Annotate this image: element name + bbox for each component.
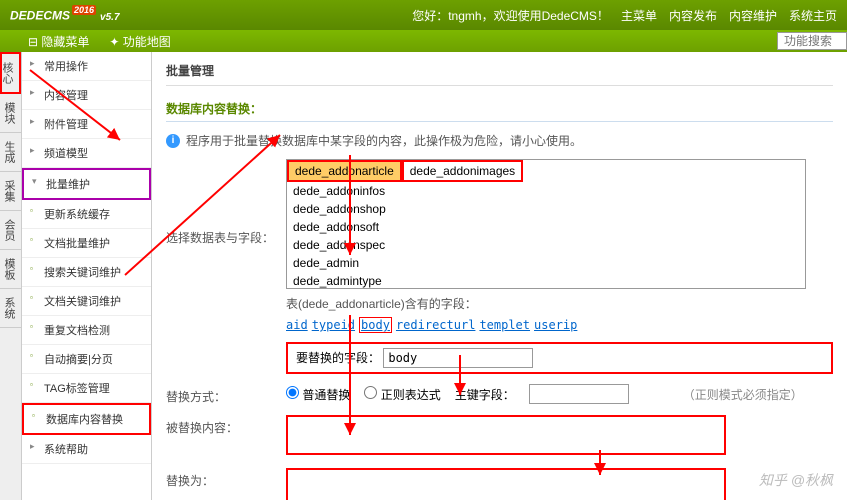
- vtab-generate[interactable]: 生成: [0, 133, 21, 172]
- menu-home[interactable]: 系统主页: [789, 7, 837, 24]
- info-text: 程序用于批量替换数据库中某字段的内容，此操作极为危险，请小心使用。: [186, 132, 582, 149]
- sidebar-item[interactable]: 频道模型: [22, 139, 151, 168]
- sitemap-link[interactable]: ✦ 功能地图: [109, 33, 170, 50]
- field-links: aid typeid body redirecturl templet userip: [286, 318, 833, 332]
- field-link[interactable]: body: [359, 317, 392, 333]
- sidebar-item[interactable]: 附件管理: [22, 110, 151, 139]
- replace-field-label: 要替换的字段：: [296, 351, 380, 365]
- top-right: 您好：tngmh，欢迎使用DedeCMS！ 主菜单 内容发布 内容维护 系统主页: [412, 7, 837, 24]
- replace-field-input[interactable]: [383, 348, 533, 368]
- info-icon: i: [166, 134, 180, 148]
- table-option[interactable]: dede_addonarticle: [287, 160, 402, 182]
- info-row: i 程序用于批量替换数据库中某字段的内容，此操作极为危险，请小心使用。: [166, 132, 833, 149]
- table-select[interactable]: dede_addonarticledede_addonimagesdede_ad…: [286, 159, 806, 289]
- sidebar-item[interactable]: 更新系统缓存: [22, 200, 151, 229]
- menu-maintain[interactable]: 内容维护: [729, 7, 777, 24]
- method-key-input[interactable]: [529, 384, 629, 404]
- section-title: 数据库内容替换：: [166, 96, 833, 122]
- main-content: 批量管理 数据库内容替换： i 程序用于批量替换数据库中某字段的内容，此操作极为…: [152, 52, 847, 500]
- method-regex-radio[interactable]: 正则表达式: [364, 386, 440, 403]
- field-link[interactable]: redirecturl: [396, 318, 475, 332]
- table-option[interactable]: dede_addonsoft: [287, 218, 805, 236]
- vtab-system[interactable]: 系统: [0, 289, 21, 328]
- sidebar-item[interactable]: 内容管理: [22, 81, 151, 110]
- table-select-label: 选择数据表与字段：: [166, 159, 286, 246]
- method-hint: （正则模式必须指定）: [683, 386, 803, 403]
- vtab-member[interactable]: 会员: [0, 211, 21, 250]
- method-normal-radio[interactable]: 普通替换: [286, 386, 350, 403]
- vtab-collect[interactable]: 采集: [0, 172, 21, 211]
- welcome-text: 您好：tngmh，欢迎使用DedeCMS！: [412, 7, 609, 24]
- sidebar: 常用操作内容管理附件管理频道模型批量维护更新系统缓存文档批量维护搜索关键词维护文…: [22, 52, 152, 500]
- target-label: 替换为：: [166, 468, 286, 489]
- sidebar-item[interactable]: 数据库内容替换: [22, 403, 151, 435]
- sidebar-item[interactable]: 文档批量维护: [22, 229, 151, 258]
- method-key-label: 主键字段：: [455, 386, 515, 403]
- field-link[interactable]: templet: [479, 318, 530, 332]
- field-link[interactable]: typeid: [312, 318, 355, 332]
- method-label: 替换方式：: [166, 384, 286, 405]
- sidebar-item[interactable]: 系统帮助: [22, 435, 151, 464]
- watermark: 知乎 @秋枫: [759, 470, 833, 490]
- table-option[interactable]: dede_addonimages: [402, 160, 523, 182]
- fields-prefix: 表(dede_addonarticle)含有的字段：: [286, 295, 833, 312]
- function-search-input[interactable]: [777, 32, 847, 50]
- target-textarea[interactable]: [286, 468, 726, 500]
- source-textarea[interactable]: [286, 415, 726, 455]
- sidebar-item[interactable]: 自动摘要|分页: [22, 345, 151, 374]
- table-option[interactable]: dede_addonspec: [287, 236, 805, 254]
- logo: DEDECMS2016v5.7: [10, 5, 120, 24]
- field-link[interactable]: aid: [286, 318, 308, 332]
- sidebar-item[interactable]: 重复文档检测: [22, 316, 151, 345]
- sidebar-item[interactable]: TAG标签管理: [22, 374, 151, 403]
- vtab-core[interactable]: 核心: [0, 52, 21, 94]
- topbar: DEDECMS2016v5.7 您好：tngmh，欢迎使用DedeCMS！ 主菜…: [0, 0, 847, 30]
- vertical-tabs: 核心 模块 生成 采集 会员 模板 系统: [0, 52, 22, 500]
- vtab-module[interactable]: 模块: [0, 94, 21, 133]
- table-option[interactable]: dede_addoninfos: [287, 182, 805, 200]
- sidebar-item[interactable]: 常用操作: [22, 52, 151, 81]
- source-label: 被替换内容：: [166, 415, 286, 436]
- toolbar: ⊟ 隐藏菜单 ✦ 功能地图: [0, 30, 847, 52]
- hide-menu-link[interactable]: ⊟ 隐藏菜单: [28, 33, 89, 50]
- sidebar-item[interactable]: 文档关键词维护: [22, 287, 151, 316]
- page-title: 批量管理: [166, 62, 833, 86]
- vtab-template[interactable]: 模板: [0, 250, 21, 289]
- table-option[interactable]: dede_admintype: [287, 272, 805, 289]
- field-link[interactable]: userip: [534, 318, 577, 332]
- menu-publish[interactable]: 内容发布: [669, 7, 717, 24]
- table-option[interactable]: dede_admin: [287, 254, 805, 272]
- table-option[interactable]: dede_addonshop: [287, 200, 805, 218]
- menu-main[interactable]: 主菜单: [621, 7, 657, 24]
- sidebar-item[interactable]: 搜索关键词维护: [22, 258, 151, 287]
- sidebar-item[interactable]: 批量维护: [22, 168, 151, 200]
